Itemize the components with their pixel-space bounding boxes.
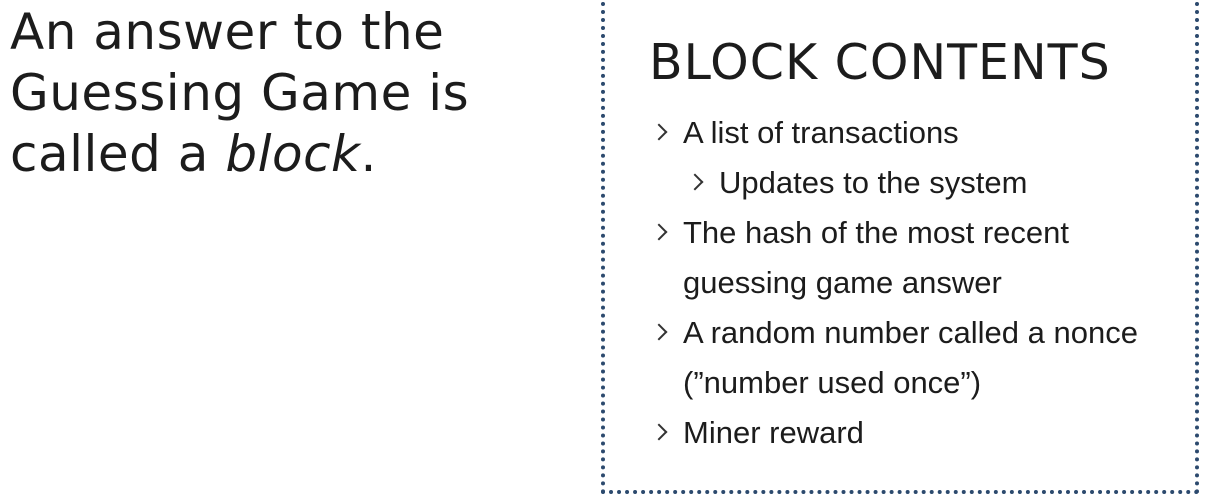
headline-text: An answer to the Guessing Game is called… bbox=[10, 2, 570, 185]
list-item: Miner reward bbox=[649, 408, 1138, 458]
chevron-right-icon bbox=[653, 208, 673, 258]
list-sub-item: Updates to the system bbox=[649, 158, 1138, 208]
headline-emphasis-block: block bbox=[225, 125, 361, 183]
list-item-text: A list of transactions bbox=[683, 115, 959, 150]
chevron-right-icon bbox=[653, 408, 673, 458]
list-item: A random number called a nonce bbox=[649, 308, 1138, 358]
block-contents-title: BLOCK CONTENTS bbox=[649, 34, 1111, 91]
list-item-text: A random number called a nonce bbox=[683, 315, 1138, 350]
headline-line-2: Guessing Game is bbox=[10, 64, 470, 122]
list-item-continuation: guessing game answer bbox=[649, 258, 1138, 308]
list-item-continuation: (”number used once”) bbox=[649, 358, 1138, 408]
chevron-right-icon bbox=[689, 158, 709, 208]
headline-line-3-suffix: . bbox=[360, 125, 377, 183]
list-item-text: The hash of the most recent bbox=[683, 215, 1069, 250]
list-item-text: Miner reward bbox=[683, 415, 864, 450]
block-contents-panel: BLOCK CONTENTS A list of transactions Up… bbox=[601, 0, 1199, 494]
list-item: The hash of the most recent bbox=[649, 208, 1138, 258]
headline-line-3-prefix: called a bbox=[10, 125, 226, 183]
list-item: A list of transactions bbox=[649, 108, 1138, 158]
headline-line-1: An answer to the bbox=[10, 3, 445, 61]
list-item-text: guessing game answer bbox=[683, 265, 1002, 300]
chevron-right-icon bbox=[653, 308, 673, 358]
block-contents-list: A list of transactions Updates to the sy… bbox=[649, 108, 1138, 458]
chevron-right-icon bbox=[653, 108, 673, 158]
list-item-text: Updates to the system bbox=[719, 165, 1028, 200]
headline-area: An answer to the Guessing Game is called… bbox=[10, 2, 570, 185]
list-item-text: (”number used once”) bbox=[683, 365, 982, 400]
